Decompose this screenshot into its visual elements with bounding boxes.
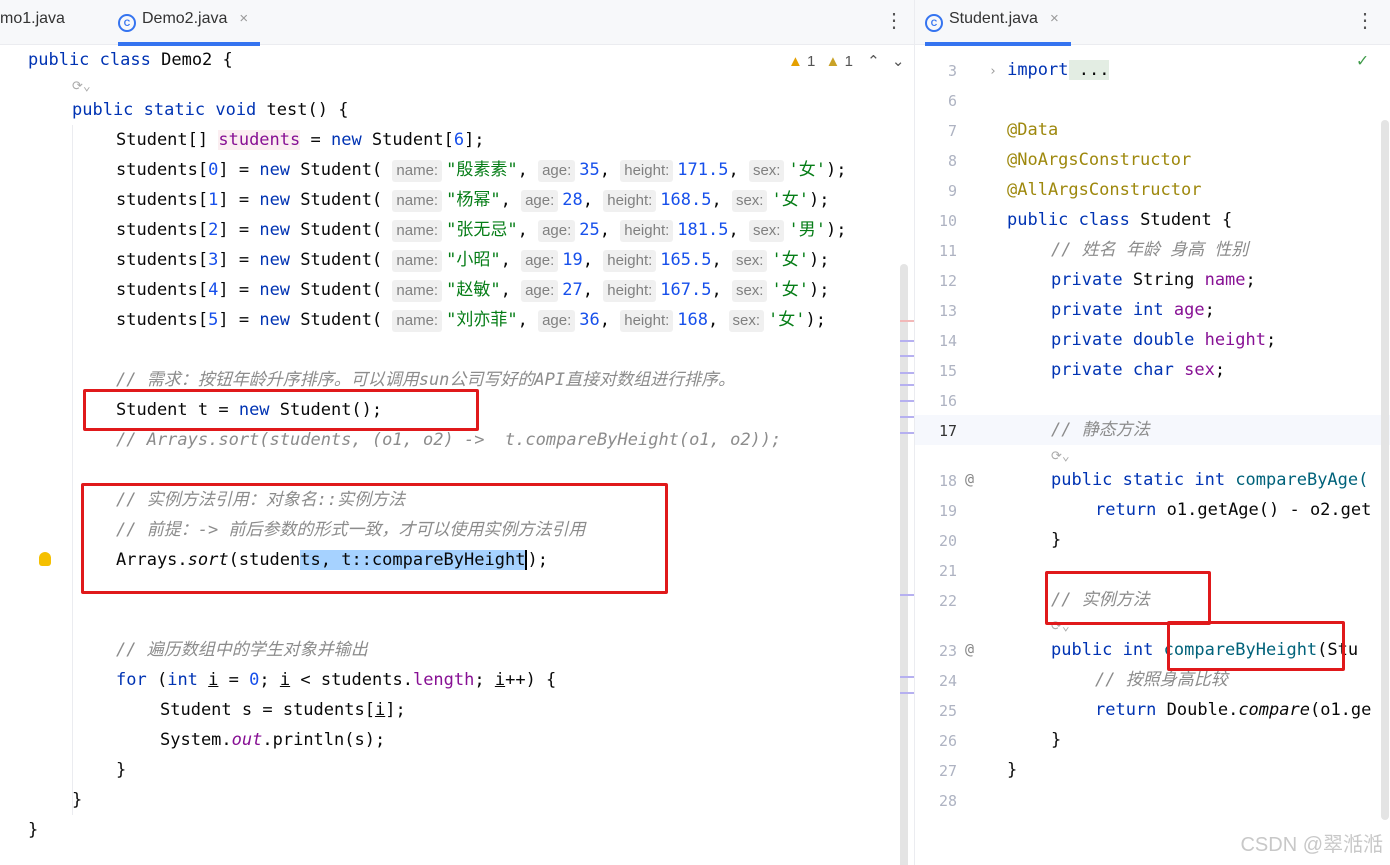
- param-hint-name: name:: [392, 190, 443, 212]
- code-line-return-age: return o1.getAge() - o2.get: [1095, 500, 1372, 520]
- param-hint-name: name:: [392, 280, 443, 302]
- annotation-allargs: @AllArgsConstructor: [1007, 180, 1202, 200]
- tab-demo2[interactable]: C Demo2.java ×: [118, 0, 261, 46]
- close-brace-height: }: [1051, 730, 1062, 750]
- param-hint-age: age:: [521, 190, 559, 212]
- close-brace-class: }: [28, 820, 39, 840]
- tab-label: mo1.java: [0, 10, 65, 27]
- code-line-method: public static void test() {: [72, 100, 349, 120]
- comment-fields: // 姓名 年龄 身高 性别: [1051, 240, 1249, 260]
- param-hint-height: height:: [620, 310, 674, 332]
- code-line-return-height: return Double.compare(o1.ge: [1095, 700, 1372, 720]
- close-brace-age: }: [1051, 530, 1062, 550]
- annotation-noargs: @NoArgsConstructor: [1007, 150, 1192, 170]
- line-number: 16: [938, 392, 957, 410]
- code-line-import[interactable]: › import ...: [915, 55, 1390, 85]
- param-hint-name: name:: [392, 310, 443, 332]
- code-line-student-init: students[4] = new Student( name: "赵敏", ag…: [116, 280, 830, 302]
- param-hint-age: age:: [521, 280, 559, 302]
- tab-label: Student.java: [949, 10, 1038, 27]
- comment-static: // 静态方法: [1051, 420, 1150, 440]
- param-hint-age: age:: [538, 310, 576, 332]
- code-line-student-init: students[2] = new Student( name: "张无忌", a…: [116, 220, 847, 242]
- java-class-icon: C: [118, 14, 136, 32]
- left-scrollbar[interactable]: [898, 44, 914, 865]
- java-class-icon: C: [925, 14, 943, 32]
- param-hint-sex: sex:: [731, 250, 768, 272]
- tab-demo1[interactable]: mo1.java: [0, 0, 65, 42]
- param-hint-age: age:: [521, 250, 559, 272]
- editor-pane-student: C Student.java × ⋮ ✓ 3 6 7 8 9 10 11 12 13 14 15 16 18…: [914, 0, 1390, 865]
- code-line-class-student: public class Student {: [1007, 210, 1233, 230]
- more-options-icon[interactable]: ⋮: [884, 8, 904, 33]
- param-hint-height: height:: [603, 190, 657, 212]
- close-brace-student: }: [1007, 760, 1018, 780]
- param-hint-name: name:: [392, 220, 443, 242]
- param-hint-age: age:: [538, 220, 576, 242]
- code-line-print: System.out.println(s);: [160, 730, 386, 750]
- param-hint-sex: sex:: [731, 190, 768, 212]
- highlight-box-student-t: [83, 389, 479, 431]
- param-hint-height: height:: [603, 280, 657, 302]
- highlight-box-compare-by-height: [1167, 621, 1345, 671]
- code-line-compare-by-age: public static int compareByAge(: [1051, 470, 1369, 490]
- watermark: CSDN @翠湉湉: [1240, 834, 1383, 856]
- code-line-class: public class Demo2 {: [28, 50, 233, 70]
- highlight-box-method-ref: [81, 483, 668, 594]
- param-hint-sex: sex:: [748, 160, 785, 182]
- param-hint-sex: sex:: [731, 280, 768, 302]
- line-number: 21: [938, 562, 957, 580]
- tab-bar-left: mo1.java C Demo2.java × ⋮: [0, 0, 914, 46]
- code-line-field: private double height;: [1051, 330, 1277, 350]
- param-hint-sex: sex:: [728, 310, 765, 332]
- code-line-student-init: students[0] = new Student( name: "殷素素", a…: [116, 160, 847, 182]
- more-options-icon[interactable]: ⋮: [1355, 8, 1375, 33]
- implements-gutter-icon[interactable]: @: [965, 470, 974, 488]
- line-number: 28: [938, 792, 957, 810]
- code-line-student-init: students[3] = new Student( name: "小昭", ag…: [116, 250, 830, 272]
- close-icon[interactable]: ×: [1050, 10, 1059, 27]
- code-line-for: for (int i = 0; i < students.length; i++…: [116, 670, 557, 690]
- tab-bar-right: C Student.java × ⋮: [915, 0, 1390, 46]
- param-hint-sex: sex:: [748, 220, 785, 242]
- code-line-array: Student[] students = new Student[6];: [116, 130, 485, 150]
- code-line-field: private char sex;: [1051, 360, 1226, 380]
- comment-loop: // 遍历数组中的学生对象并输出: [116, 640, 368, 660]
- code-line-field: private int age;: [1051, 300, 1215, 320]
- param-hint-name: name:: [392, 160, 443, 182]
- param-hint-height: height:: [603, 250, 657, 272]
- fold-icon: ›: [989, 64, 997, 79]
- close-brace-for: }: [116, 760, 127, 780]
- editor-pane-demo2: mo1.java C Demo2.java × ⋮ ▲ 1 ▲ 1 ⌃ ⌄ publ…: [0, 0, 914, 865]
- highlight-box-instance-comment: [1045, 571, 1211, 625]
- param-hint-name: name:: [392, 250, 443, 272]
- code-line-field: private String name;: [1051, 270, 1256, 290]
- code-line-student-init: students[5] = new Student( name: "刘亦菲", a…: [116, 310, 826, 332]
- close-brace-method: }: [72, 790, 83, 810]
- code-line-student-s: Student s = students[i];: [160, 700, 406, 720]
- param-hint-age: age:: [538, 160, 576, 182]
- code-line-student-init: students[1] = new Student( name: "杨幂", ag…: [116, 190, 830, 212]
- close-icon[interactable]: ×: [239, 10, 248, 27]
- param-hint-height: height:: [620, 220, 674, 242]
- line-number: 6: [947, 92, 957, 110]
- implements-gutter-icon[interactable]: @: [965, 640, 974, 658]
- right-scrollbar[interactable]: [1381, 120, 1389, 820]
- tab-student[interactable]: C Student.java ×: [925, 0, 1071, 46]
- param-hint-height: height:: [620, 160, 674, 182]
- tab-label: Demo2.java: [142, 10, 228, 27]
- annotation-data: @Data: [1007, 120, 1059, 140]
